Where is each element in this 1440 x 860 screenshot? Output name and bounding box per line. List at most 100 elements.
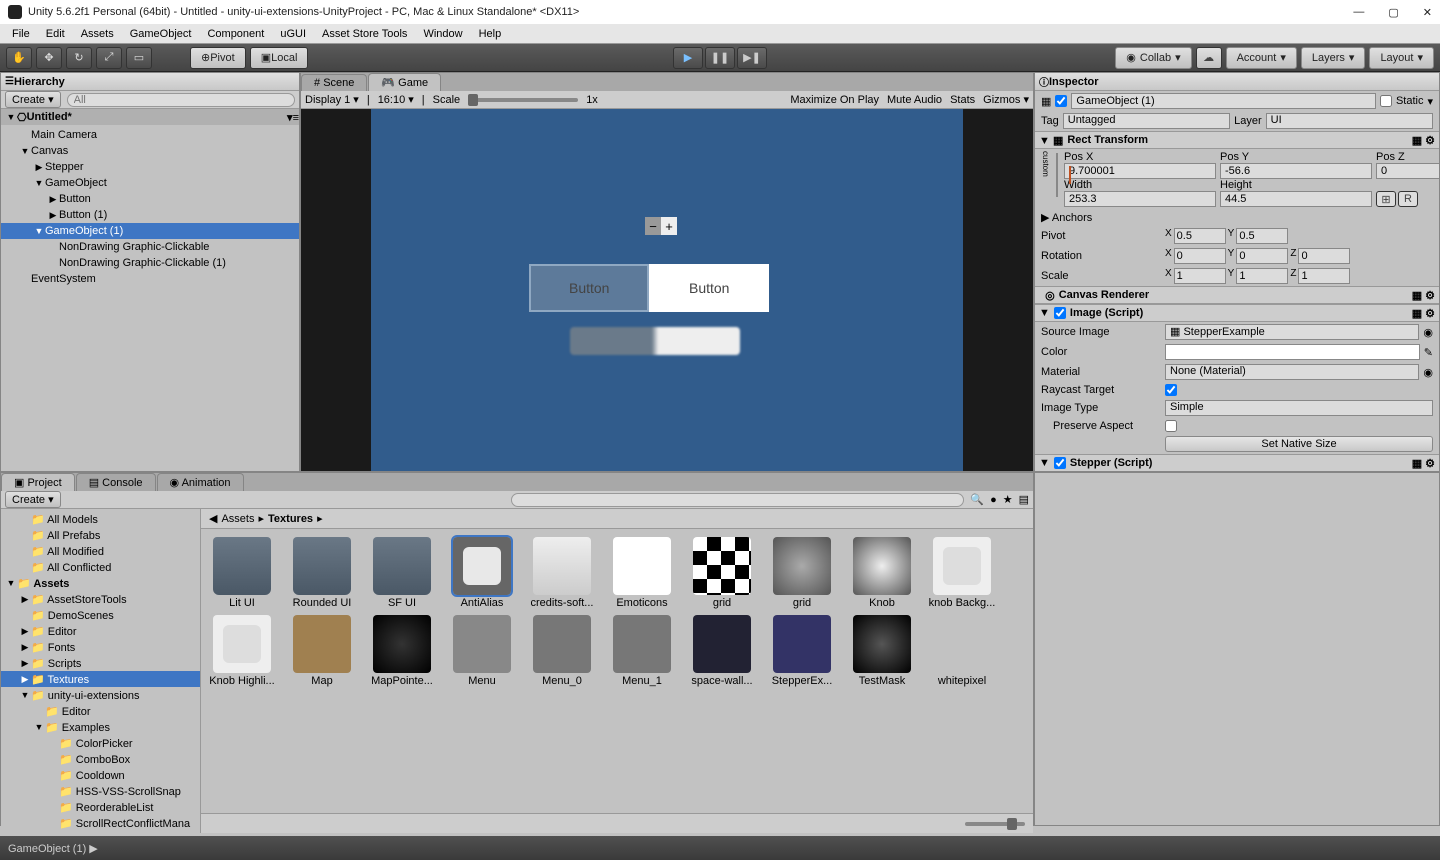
scale-x[interactable] [1174, 268, 1226, 284]
menu-assets[interactable]: Assets [73, 26, 122, 42]
asset-item[interactable]: knob Backg... [925, 537, 999, 609]
asset-item[interactable]: Lit UI [205, 537, 279, 609]
asset-item[interactable]: MapPointe... [365, 615, 439, 687]
asset-item[interactable]: credits-soft... [525, 537, 599, 609]
layout-dropdown[interactable]: Layout ▾ [1369, 47, 1434, 69]
folder-item[interactable]: 📁 All Conflicted [1, 559, 200, 575]
menu-file[interactable]: File [4, 26, 38, 42]
inspector-tab[interactable]: ⓘ Inspector [1035, 73, 1439, 91]
maximize-on-play[interactable]: Maximize On Play [790, 94, 879, 106]
hierarchy-item[interactable]: ▼GameObject [1, 175, 299, 191]
color-field[interactable] [1165, 344, 1420, 360]
asset-item[interactable]: grid [765, 537, 839, 609]
button-1[interactable]: Button [529, 264, 649, 312]
breadcrumb-back-icon[interactable]: ◀ [209, 512, 217, 525]
asset-item[interactable]: TestMask [845, 615, 919, 687]
pivot-y[interactable] [1236, 228, 1288, 244]
scene-header[interactable]: ▼⎔ Untitled* ▾≡ [1, 109, 299, 125]
folder-item[interactable]: ▶📁 Fonts [1, 639, 200, 655]
stepper-minus-icon[interactable]: − [645, 217, 661, 235]
raycast-checkbox[interactable] [1165, 384, 1177, 396]
folder-item[interactable]: ▼📁 Assets [1, 575, 200, 591]
folder-item[interactable]: 📁 All Modified [1, 543, 200, 559]
hierarchy-item[interactable]: ▶Stepper [1, 159, 299, 175]
asset-item[interactable]: Knob [845, 537, 919, 609]
image-header[interactable]: ▼ Image (Script)▦ ⚙ [1035, 304, 1439, 322]
folder-item[interactable]: 📁 Cooldown [1, 767, 200, 783]
folder-item[interactable]: ▼📁 Examples [1, 719, 200, 735]
canvas-renderer-header[interactable]: ◎ Canvas Renderer▦ ⚙ [1035, 286, 1439, 304]
layers-dropdown[interactable]: Layers ▾ [1301, 47, 1366, 69]
project-search-input[interactable] [511, 493, 964, 507]
hierarchy-item[interactable]: ▼GameObject (1) [1, 223, 299, 239]
folder-item[interactable]: ▶📁 Textures [1, 671, 200, 687]
crumb-textures[interactable]: Textures [268, 513, 313, 525]
menu-ugui[interactable]: uGUI [272, 26, 314, 42]
tag-dropdown[interactable]: Untagged [1063, 113, 1230, 129]
rect-tool-icon[interactable]: ▭ [126, 47, 152, 69]
account-dropdown[interactable]: Account ▾ [1226, 47, 1297, 69]
project-create-button[interactable]: Create ▾ [5, 491, 61, 508]
folder-item[interactable]: 📁 ScrollRectConflictMana [1, 815, 200, 831]
source-image-field[interactable]: ▦ StepperExample [1165, 324, 1419, 340]
set-native-size-button[interactable]: Set Native Size [1165, 436, 1433, 452]
asset-item[interactable]: AntiAlias [445, 537, 519, 609]
thumbnail-size-slider[interactable] [965, 822, 1025, 826]
rot-z[interactable] [1298, 248, 1350, 264]
stats-toggle[interactable]: Stats [950, 94, 975, 106]
game-tab[interactable]: 🎮 Game [368, 73, 441, 91]
object-picker-icon[interactable]: ◉ [1423, 366, 1433, 379]
asset-item[interactable]: Knob Highli... [205, 615, 279, 687]
preserve-aspect-checkbox[interactable] [1165, 420, 1177, 432]
hierarchy-item[interactable]: EventSystem [1, 271, 299, 287]
image-type-dropdown[interactable]: Simple [1165, 400, 1433, 416]
asset-item[interactable]: grid [685, 537, 759, 609]
hierarchy-item[interactable]: NonDrawing Graphic-Clickable [1, 239, 299, 255]
button-2[interactable]: Button [649, 264, 769, 312]
height-input[interactable] [1220, 191, 1372, 207]
menu-edit[interactable]: Edit [38, 26, 73, 42]
asset-item[interactable]: StepperEx... [765, 615, 839, 687]
asset-item[interactable]: space-wall... [685, 615, 759, 687]
static-checkbox[interactable] [1380, 95, 1392, 107]
scene-tab[interactable]: # Scene [301, 74, 367, 91]
rot-x[interactable] [1174, 248, 1226, 264]
project-tab[interactable]: ▣ Project [1, 473, 75, 491]
scale-slider[interactable] [468, 98, 578, 102]
console-tab[interactable]: ▤ Console [76, 473, 156, 491]
gameobject-name-input[interactable] [1071, 93, 1376, 109]
mute-audio[interactable]: Mute Audio [887, 94, 942, 106]
scale-z[interactable] [1298, 268, 1350, 284]
folder-item[interactable]: ▼📁 unity-ui-extensions [1, 687, 200, 703]
folder-item[interactable]: ▶📁 Scripts [1, 655, 200, 671]
folder-item[interactable]: 📁 HSS-VSS-ScrollSnap [1, 783, 200, 799]
scale-tool-icon[interactable]: ⤢ [96, 47, 122, 69]
asset-item[interactable]: Menu_0 [525, 615, 599, 687]
move-tool-icon[interactable]: ✥ [36, 47, 62, 69]
menu-help[interactable]: Help [471, 26, 510, 42]
rot-y[interactable] [1236, 248, 1288, 264]
cloud-icon[interactable]: ☁ [1196, 47, 1222, 69]
hierarchy-item[interactable]: ▼Canvas [1, 143, 299, 159]
filter-by-type-icon[interactable]: ● [990, 494, 997, 506]
asset-item[interactable]: Emoticons [605, 537, 679, 609]
collab-dropdown[interactable]: ◉ Collab ▾ [1115, 47, 1191, 69]
hand-tool-icon[interactable]: ✋ [6, 47, 32, 69]
anchors-foldout[interactable]: ▶ Anchors [1041, 211, 1092, 224]
eyedropper-icon[interactable]: ✎ [1424, 346, 1433, 359]
crumb-assets[interactable]: Assets [221, 513, 254, 525]
folder-item[interactable]: ▶📁 Editor [1, 623, 200, 639]
local-toggle[interactable]: ▣ Local [250, 47, 309, 69]
asset-item[interactable]: SF UI [365, 537, 439, 609]
animation-tab[interactable]: ◉ Animation [157, 473, 244, 491]
display-dropdown[interactable]: Display 1 ▾ [305, 93, 359, 106]
posx-input[interactable] [1064, 163, 1216, 179]
width-input[interactable] [1064, 191, 1216, 207]
step-button[interactable]: ▶❚ [737, 47, 767, 69]
favorites-icon[interactable]: ★ [1003, 493, 1013, 506]
hierarchy-search-input[interactable] [67, 93, 295, 107]
aspect-dropdown[interactable]: 16:10 ▾ [378, 93, 414, 106]
asset-item[interactable]: Rounded UI [285, 537, 359, 609]
asset-item[interactable]: Map [285, 615, 359, 687]
posz-input[interactable] [1376, 163, 1439, 179]
